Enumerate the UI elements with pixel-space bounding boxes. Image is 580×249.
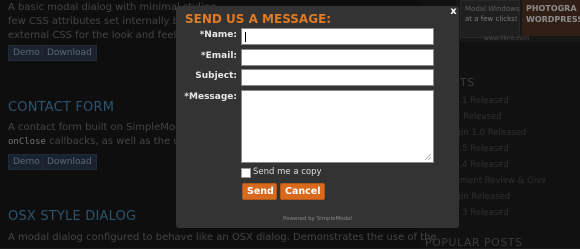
text-caret — [245, 32, 246, 42]
message-label: *Message: — [184, 92, 237, 102]
contact-modal: SEND US A MESSAGE: x *Name: *Email: Subj… — [176, 6, 459, 228]
subject-input[interactable] — [241, 69, 434, 86]
send-copy-label[interactable]: Send me a copy — [253, 167, 322, 177]
close-icon[interactable]: x — [448, 6, 459, 17]
modal-title: SEND US A MESSAGE: — [185, 12, 332, 26]
send-copy-checkbox[interactable] — [241, 168, 251, 178]
name-input[interactable] — [241, 28, 434, 45]
email-label: *Email: — [200, 51, 237, 61]
message-textarea[interactable] — [241, 90, 434, 163]
resize-grip-icon[interactable] — [425, 154, 431, 160]
send-button[interactable]: Send — [242, 183, 277, 200]
name-label: *Name: — [199, 30, 237, 40]
subject-label: Subject: — [195, 71, 237, 81]
cancel-button[interactable]: Cancel — [280, 183, 325, 200]
powered-by[interactable]: Powered by SimpleModal — [176, 216, 459, 222]
email-input[interactable] — [241, 49, 434, 66]
